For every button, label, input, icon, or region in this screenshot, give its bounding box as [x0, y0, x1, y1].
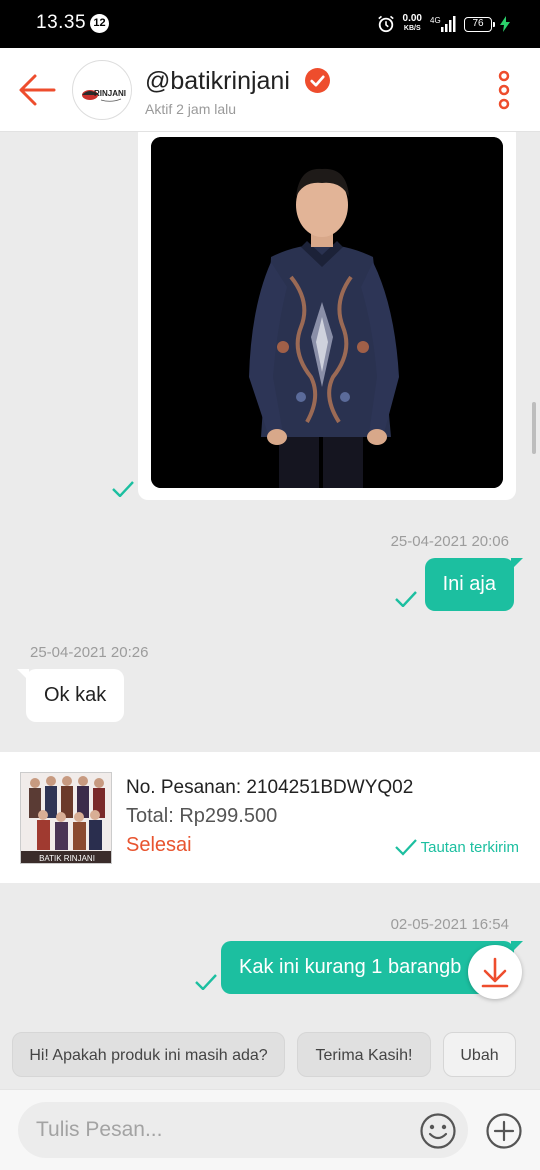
order-number: No. Pesanan: 2104251BDWYQ02: [126, 777, 414, 798]
status-time: 13.35: [36, 12, 87, 33]
batik-group-photo: BATIK RINJANI: [21, 773, 111, 863]
image-message-bubble[interactable]: [138, 132, 516, 500]
avatar-logo-text: RINJANI: [94, 89, 126, 98]
message-input[interactable]: [18, 1102, 468, 1158]
chat-messages[interactable]: 25-04-2021 20:06 Ini aja 25-04-2021 20:2…: [0, 132, 540, 1030]
check-icon: [112, 481, 134, 497]
check-icon: [394, 839, 417, 856]
link-sent-status: Tautan terkirim: [394, 839, 519, 856]
message-text: Kak ini kurang 1 barangb: [239, 956, 462, 978]
verified-icon: [305, 68, 330, 93]
outgoing-message[interactable]: Ini aja: [424, 558, 523, 611]
order-status: Selesai: [126, 834, 192, 856]
quick-reply-chip[interactable]: Terima Kasih!: [297, 1032, 431, 1077]
battery-icon: 76: [464, 16, 495, 32]
net-speed-value: 0.00: [402, 13, 422, 24]
shop-avatar[interactable]: RINJANI: [72, 60, 132, 120]
batik-shirt-model-image: [151, 137, 503, 488]
emoji-icon[interactable]: [419, 1112, 457, 1150]
message-timestamp: 02-05-2021 16:54: [390, 916, 509, 933]
quick-replies: Hi! Apakah produk ini masih ada? Terima …: [0, 1030, 540, 1080]
order-card[interactable]: BATIK RINJANI No. Pesanan: 2104251BDWYQ0…: [0, 752, 540, 883]
message-text: Ok kak: [44, 684, 107, 706]
net-speed-unit: KB/S: [403, 25, 421, 32]
notification-count-badge: 12: [90, 14, 109, 33]
message-timestamp: 25-04-2021 20:26: [30, 644, 149, 661]
plus-icon[interactable]: [485, 1112, 523, 1150]
back-arrow-icon[interactable]: [18, 72, 56, 108]
download-icon: [481, 957, 509, 988]
order-total: Total: Rp299.500: [126, 805, 278, 827]
message-timestamp: 25-04-2021 20:06: [390, 533, 509, 550]
network-type-label: 4G: [430, 16, 441, 25]
alarm-icon: [377, 15, 394, 33]
shop-name[interactable]: @batikrinjani: [145, 67, 290, 96]
thumbnail-caption: BATIK RINJANI: [39, 854, 95, 863]
check-icon: [195, 974, 217, 990]
message-input-bar: [0, 1089, 540, 1170]
more-vertical-icon[interactable]: [494, 70, 514, 110]
edit-quick-replies-button[interactable]: Ubah: [443, 1032, 516, 1077]
status-bar: 13.35 12 0.00 KB/S 4G 76: [0, 0, 540, 48]
order-thumbnail[interactable]: BATIK RINJANI: [20, 772, 112, 864]
link-sent-label: Tautan terkirim: [420, 839, 519, 856]
incoming-message[interactable]: Ok kak: [17, 669, 125, 722]
check-icon: [395, 591, 417, 607]
charging-bolt-icon: [500, 16, 510, 32]
message-text: Ini aja: [442, 573, 496, 595]
bubble-tail: [511, 558, 523, 570]
download-button[interactable]: [468, 945, 522, 999]
active-status: Aktif 2 jam lalu: [145, 101, 237, 117]
shop-logo-icon: RINJANI: [82, 89, 126, 102]
chat-scrollbar[interactable]: [532, 402, 536, 454]
quick-reply-chip[interactable]: Hi! Apakah produk ini masih ada?: [12, 1032, 285, 1077]
bubble-tail: [17, 669, 29, 681]
product-photo[interactable]: [151, 137, 503, 488]
net-speed-indicator: 0.00 KB/S: [403, 14, 422, 34]
battery-level: 76: [472, 17, 484, 29]
signal-icon: 4G: [430, 16, 456, 32]
chat-header: RINJANI @batikrinjani Aktif 2 jam lalu: [0, 48, 540, 132]
status-indicators: 0.00 KB/S 4G 76: [377, 11, 510, 37]
